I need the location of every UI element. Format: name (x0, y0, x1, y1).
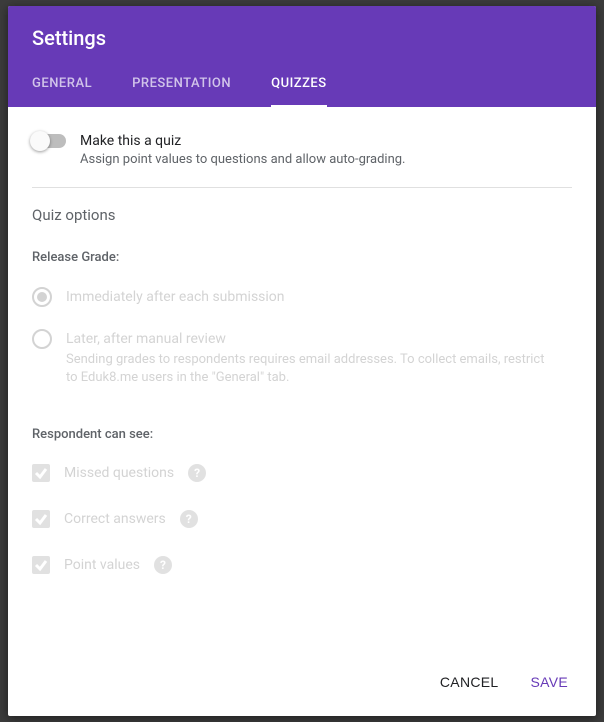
settings-dialog: Settings GENERAL PRESENTATION QUIZZES Ma… (8, 6, 596, 716)
tab-presentation[interactable]: PRESENTATION (132, 76, 231, 107)
cancel-button[interactable]: CANCEL (436, 668, 503, 696)
release-immediate-row[interactable]: Immediately after each submission (32, 287, 572, 307)
make-quiz-text: Make this a quiz Assign point values to … (80, 131, 406, 169)
help-icon[interactable]: ? (154, 556, 172, 574)
point-values-label: Point values (64, 557, 140, 573)
respondent-label: Respondent can see: (32, 427, 572, 442)
release-later-sub: Sending grades to respondents requires e… (66, 351, 546, 387)
dialog-header: Settings GENERAL PRESENTATION QUIZZES (8, 6, 596, 107)
dialog-title: Settings (32, 26, 572, 50)
tab-general[interactable]: GENERAL (32, 76, 92, 107)
make-quiz-sub: Assign point values to questions and all… (80, 151, 406, 169)
dialog-content: Make this a quiz Assign point values to … (8, 107, 596, 652)
checkbox-icon (32, 464, 50, 482)
checkbox-icon (32, 556, 50, 574)
make-quiz-toggle[interactable] (32, 134, 66, 148)
toggle-knob-icon (30, 131, 50, 151)
make-quiz-label: Make this a quiz (80, 131, 406, 151)
release-later-row[interactable]: Later, after manual review Sending grade… (32, 329, 572, 387)
release-immediate-label: Immediately after each submission (66, 287, 285, 307)
radio-icon (32, 329, 52, 349)
tab-quizzes[interactable]: QUIZZES (271, 76, 327, 107)
dialog-footer: CANCEL SAVE (8, 652, 596, 716)
missed-questions-row[interactable]: Missed questions ? (32, 464, 572, 482)
correct-answers-label: Correct answers (64, 511, 166, 527)
radio-icon (32, 287, 52, 307)
save-button[interactable]: SAVE (526, 668, 572, 696)
missed-questions-label: Missed questions (64, 465, 174, 481)
tabs: GENERAL PRESENTATION QUIZZES (32, 76, 572, 107)
point-values-row[interactable]: Point values ? (32, 556, 572, 574)
help-icon[interactable]: ? (188, 464, 206, 482)
checkbox-icon (32, 510, 50, 528)
correct-answers-row[interactable]: Correct answers ? (32, 510, 572, 528)
help-icon[interactable]: ? (180, 510, 198, 528)
quiz-options-title: Quiz options (32, 206, 572, 224)
make-quiz-row: Make this a quiz Assign point values to … (32, 131, 572, 188)
release-grade-label: Release Grade: (32, 250, 572, 265)
release-later-label: Later, after manual review (66, 329, 546, 349)
